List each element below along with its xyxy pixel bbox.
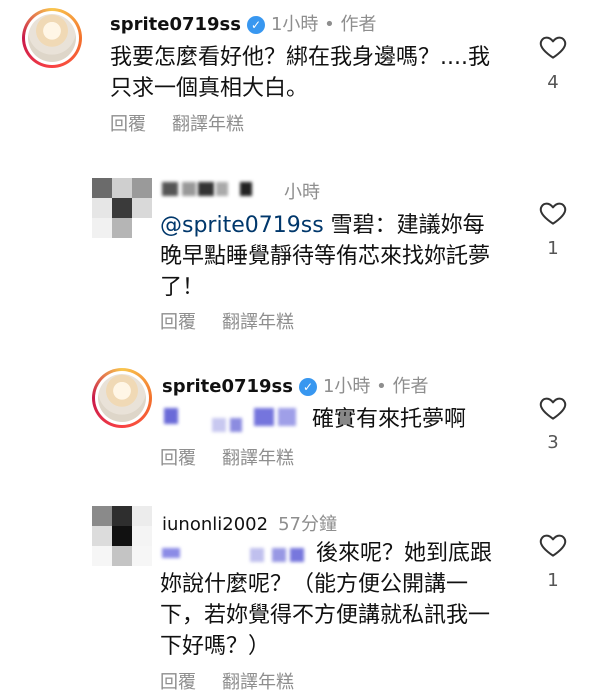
comment-time: 57分鐘	[278, 514, 337, 535]
author-badge: 作者	[392, 376, 429, 397]
reply-button[interactable]: 回覆	[160, 672, 196, 693]
reply-button[interactable]: 回覆	[160, 448, 196, 469]
avatar[interactable]	[22, 8, 82, 68]
verified-badge-icon: ✓	[246, 16, 265, 34]
heart-outline-icon[interactable]	[538, 393, 568, 423]
comment-time: 小時	[284, 182, 320, 203]
username[interactable]: iunonli2002	[162, 514, 268, 535]
translate-button[interactable]: 翻譯年糕	[222, 672, 294, 693]
like-count: 4	[547, 72, 559, 93]
username[interactable]: sprite0719ss	[162, 376, 293, 397]
translate-button[interactable]: 翻譯年糕	[222, 312, 294, 333]
translate-button[interactable]: 翻譯年糕	[222, 448, 294, 469]
comment-text: 我要怎麼看好他？綁在我身邊嗎？....我只求一個真相大白。	[110, 45, 490, 101]
reply-button[interactable]: 回覆	[110, 114, 146, 135]
avatar[interactable]	[92, 368, 152, 428]
like-count: 3	[547, 432, 559, 453]
mention-link[interactable]: @sprite0719ss	[160, 213, 324, 238]
comment-time: 1小時	[322, 376, 371, 397]
author-badge: 作者	[340, 14, 377, 35]
translate-button[interactable]: 翻譯年糕	[172, 114, 244, 135]
reply-button[interactable]: 回覆	[160, 312, 196, 333]
comment-text: @sprite0719ss 雪碧：建議妳每晚早點睡覺靜待等侑芯來找妳託夢了！	[160, 213, 491, 300]
like-count: 1	[547, 570, 559, 591]
verified-badge-icon: ✓	[298, 378, 317, 396]
heart-outline-icon[interactable]	[538, 32, 568, 62]
heart-outline-icon[interactable]	[538, 198, 568, 228]
like-count: 1	[547, 238, 559, 259]
avatar[interactable]	[92, 178, 152, 238]
comment-time: 1小時	[270, 14, 319, 35]
comment-text: 後來呢？她到底跟妳說什麼呢？（能方便公開講一下，若妳覺得不方便講就私訊我一下好嗎…	[160, 541, 493, 659]
heart-outline-icon[interactable]	[538, 530, 568, 560]
comment-text: 確實有來托夢啊	[312, 407, 467, 432]
username[interactable]: sprite0719ss	[110, 14, 241, 35]
avatar[interactable]	[92, 506, 152, 566]
